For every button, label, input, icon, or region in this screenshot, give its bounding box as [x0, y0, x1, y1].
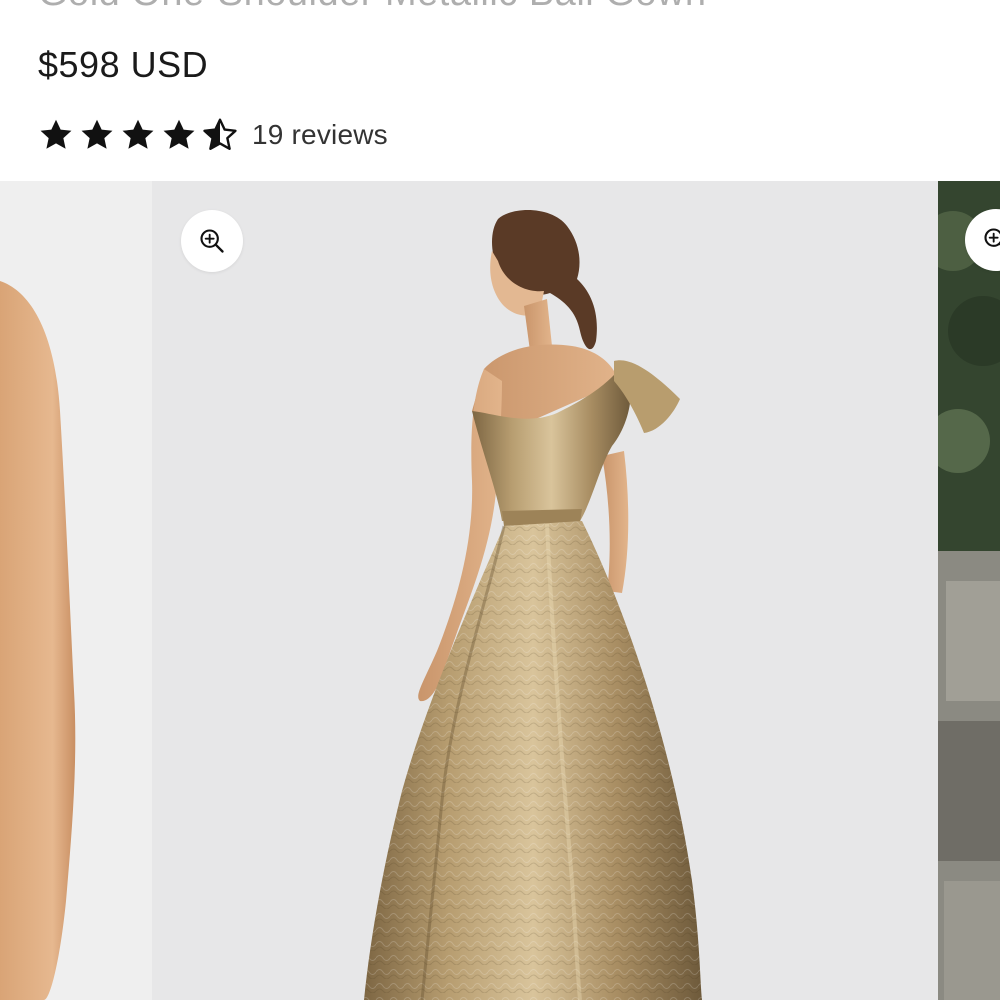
title-region: Gold One-Shoulder Metallic Ball Gown — [0, 0, 1000, 30]
product-title: Gold One-Shoulder Metallic Ball Gown — [38, 0, 707, 15]
star-full-icon — [163, 119, 195, 149]
outdoor-scene-image — [938, 181, 1000, 1000]
star-rating — [38, 117, 238, 153]
model-arm-image — [0, 181, 152, 1000]
star-half-icon — [203, 118, 237, 150]
gallery-slide-partial-left[interactable] — [0, 181, 152, 1000]
product-image-gallery[interactable] — [0, 181, 1000, 1000]
star-full-icon — [122, 119, 154, 149]
zoom-in-icon — [200, 229, 224, 253]
gold-gown-back-view-image — [152, 181, 938, 1000]
gallery-slide-partial-right[interactable] — [938, 181, 1000, 1000]
zoom-button[interactable] — [181, 210, 243, 272]
product-rating[interactable]: 19 reviews — [38, 113, 388, 157]
zoom-in-icon — [984, 228, 1000, 247]
product-price: $598 USD — [38, 44, 209, 85]
reviews-count-link[interactable]: 19 reviews — [252, 119, 388, 151]
gallery-slide-main[interactable] — [152, 181, 938, 1000]
star-full-icon — [40, 119, 72, 149]
star-full-icon — [81, 119, 113, 149]
